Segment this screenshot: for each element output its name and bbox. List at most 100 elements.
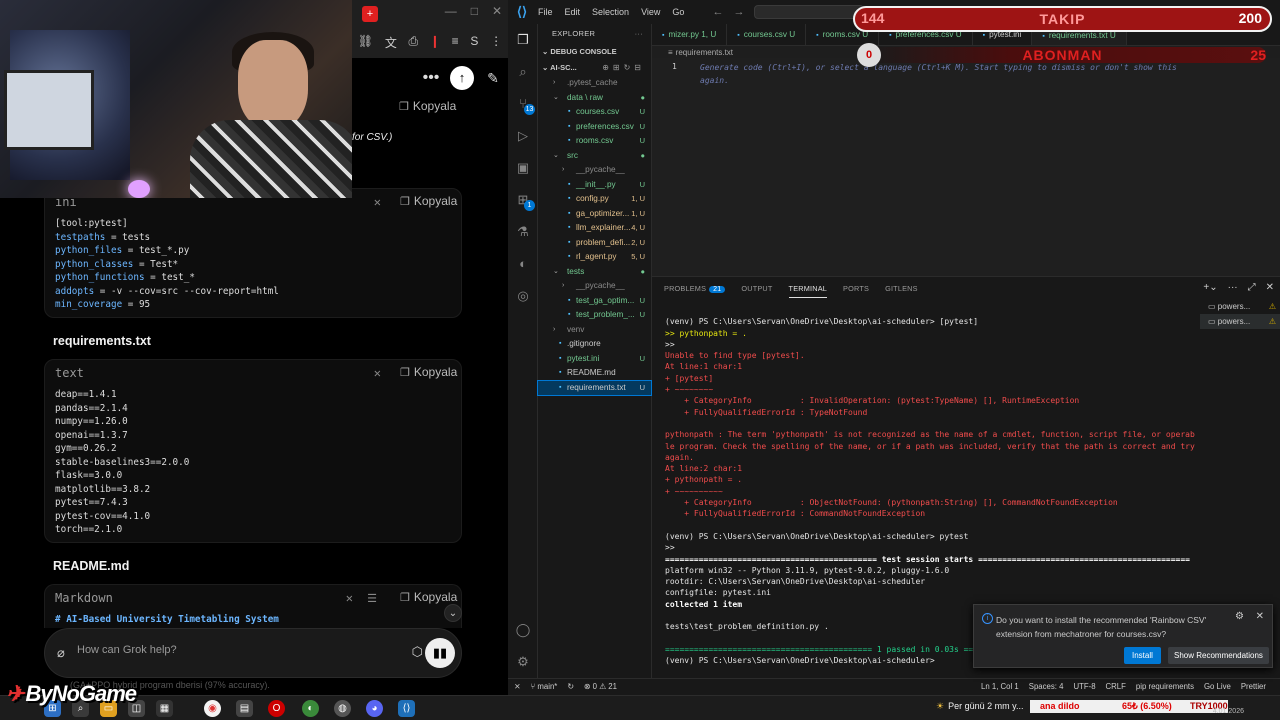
branch-status[interactable]: ⑂ main* xyxy=(531,679,558,695)
tree-item[interactable]: ⌄ tests ● xyxy=(538,265,651,280)
editor-tab[interactable]: ▪ mizer.py 1, U xyxy=(652,24,728,45)
tree-item[interactable]: ▪ preferences.csv U xyxy=(538,120,651,135)
menu-dots-icon[interactable]: ⋮ xyxy=(490,34,502,51)
tree-item[interactable]: › __pycache__ xyxy=(538,279,651,294)
tree-item[interactable]: ▪ ga_optimizer... 1, U xyxy=(538,207,651,222)
copy-button[interactable]: ❐ Kopyala xyxy=(400,365,457,379)
wrap-icon[interactable]: ☰ xyxy=(367,592,377,605)
command-center[interactable] xyxy=(754,5,865,19)
tree-item[interactable]: ▪ __init__.py U xyxy=(538,178,651,193)
extension-red-icon[interactable]: ❙ xyxy=(430,34,440,51)
explorer-tools[interactable]: ⊕⊞↻⊟ xyxy=(602,60,645,76)
close-panel-icon[interactable]: ✕ xyxy=(1266,282,1274,293)
sync-icon[interactable]: ↻ xyxy=(567,679,574,695)
tree-item[interactable]: ▪ rooms.csv U xyxy=(538,134,651,149)
tree-item[interactable]: ▪ rl_agent.py 5, U xyxy=(538,250,651,265)
remote-explorer-icon[interactable]: ▣ xyxy=(508,160,538,176)
attach-icon[interactable]: ⌀ xyxy=(57,645,65,661)
sidebar-icon[interactable]: S xyxy=(470,34,478,51)
tree-item[interactable]: ▪ README.md xyxy=(538,366,651,381)
maximize-panel-icon[interactable]: ⤢ xyxy=(1248,282,1256,293)
testing-icon[interactable]: ⚗ xyxy=(508,224,538,240)
share-upload-button[interactable]: ↑ xyxy=(450,66,474,90)
status-item[interactable]: Ln 1, Col 1 xyxy=(981,679,1019,695)
breadcrumb[interactable]: ≡ requirements.txt xyxy=(668,48,733,57)
status-item[interactable]: Prettier xyxy=(1241,679,1266,695)
tree-item[interactable]: ▪ config.py 1, U xyxy=(538,192,651,207)
status-item[interactable]: Go Live xyxy=(1204,679,1231,695)
collapse-icon[interactable]: ✕ xyxy=(374,195,381,209)
terminal-instance[interactable]: ▭ powers... ⚠ xyxy=(1200,314,1280,329)
collapse-icon[interactable]: ✕ xyxy=(346,591,353,605)
collapse-icon[interactable]: ✕ xyxy=(374,366,381,380)
link-icon[interactable]: ⛓ xyxy=(358,34,373,51)
run-debug-icon[interactable]: ▷ xyxy=(508,128,538,144)
tree-item[interactable]: ▪ test_problem_... U xyxy=(538,308,651,323)
forward-arrow-icon[interactable]: → xyxy=(733,6,744,18)
copy-button[interactable]: ❐ Kopyala xyxy=(400,590,457,604)
copilot-icon[interactable]: ◎ xyxy=(508,288,538,304)
debug-console-section[interactable]: ⌄ DEBUG CONSOLE xyxy=(538,44,651,60)
menu-item-file[interactable]: File xyxy=(538,7,553,17)
maximize-icon[interactable]: □ xyxy=(471,4,478,18)
new-chat-icon[interactable]: ✎ xyxy=(482,70,504,87)
tree-item[interactable]: ▪ problem_defi... 2, U xyxy=(538,236,651,251)
explorer-icon[interactable]: ❐ xyxy=(508,32,538,48)
tree-item[interactable]: ▪ requirements.txt U xyxy=(537,379,652,396)
editor-tab[interactable]: ▪ courses.csv U xyxy=(727,24,807,45)
grok-input-box[interactable]: ⌀ How can Grok help? ⬡ ▮▮ xyxy=(44,628,462,678)
settings-gear-icon[interactable]: ⚙ xyxy=(508,654,538,670)
grok-input-placeholder[interactable]: How can Grok help? xyxy=(77,644,177,656)
screenshot-icon[interactable]: ⎙ xyxy=(409,34,419,51)
status-item[interactable]: Spaces: 4 xyxy=(1029,679,1064,695)
tab-terminal[interactable]: TERMINAL xyxy=(788,284,828,298)
tree-item[interactable]: › __pycache__ xyxy=(538,163,651,178)
notification-settings-icon[interactable]: ⚙ xyxy=(1235,611,1244,622)
close-icon[interactable]: ✕ xyxy=(492,4,502,18)
tree-item[interactable]: ▪ courses.csv U xyxy=(538,105,651,120)
tree-item[interactable]: ▪ llm_explainer... 4, U xyxy=(538,221,651,236)
tab-problems[interactable]: PROBLEMS 21 xyxy=(664,284,726,298)
weather-widget[interactable]: ☀ Per günü 2 mm y... xyxy=(936,701,1023,712)
voice-mode-button[interactable]: ▮▮ xyxy=(425,638,455,668)
discord-icon[interactable]: ◕ xyxy=(366,700,383,717)
tab-ports[interactable]: PORTS xyxy=(843,284,869,298)
tree-item[interactable]: ⌄ src ● xyxy=(538,149,651,164)
editor-area[interactable]: 1 Generate code (Ctrl+I), or select a la… xyxy=(652,58,1280,276)
copy-button[interactable]: ❐ Kopyala xyxy=(399,99,456,113)
menu-item-go[interactable]: Go xyxy=(672,7,684,17)
extension-icon[interactable]: + xyxy=(362,6,378,22)
menu-item-view[interactable]: View xyxy=(641,7,660,17)
menu-item-edit[interactable]: Edit xyxy=(565,7,581,17)
minimize-icon[interactable]: — xyxy=(445,4,457,18)
scroll-down-button[interactable]: ⌄ xyxy=(444,604,462,622)
status-item[interactable]: CRLF xyxy=(1106,679,1126,695)
account-icon[interactable]: ◯ xyxy=(508,622,538,638)
opera-icon[interactable]: O xyxy=(268,700,285,717)
gitlens-icon[interactable]: ◐ xyxy=(508,256,538,271)
problems-status[interactable]: ⊗ 0 ⚠ 21 xyxy=(584,679,617,695)
install-button[interactable]: Install xyxy=(1124,647,1161,664)
browser-icon[interactable]: ◐ xyxy=(302,700,319,717)
app-icon[interactable]: ▦ xyxy=(156,700,173,717)
tab-gitlens[interactable]: GITLENS xyxy=(885,284,918,298)
chrome-icon[interactable]: ◉ xyxy=(204,700,221,717)
menu-item-selection[interactable]: Selection xyxy=(592,7,629,17)
copy-button[interactable]: ❐ Kopyala xyxy=(400,194,457,208)
vscode-taskbar-icon[interactable]: ⟨⟩ xyxy=(398,700,415,717)
project-section[interactable]: ⌄ AI-SC... ⊕⊞↻⊟ xyxy=(538,60,651,76)
status-item[interactable]: pip requirements xyxy=(1136,679,1194,695)
more-icon[interactable]: ··· xyxy=(1228,282,1238,293)
tree-item[interactable]: › .pytest_cache xyxy=(538,76,651,91)
terminal-instance[interactable]: ▭ powers... ⚠ xyxy=(1200,299,1280,314)
more-icon[interactable]: ··· xyxy=(635,24,643,44)
tree-item[interactable]: ▪ .gitignore xyxy=(538,337,651,352)
model-icon[interactable]: ⬡ xyxy=(412,644,423,660)
search-icon[interactable]: ⌕ xyxy=(508,64,538,80)
new-terminal-icon[interactable]: +⌄ xyxy=(1203,282,1217,293)
status-item[interactable]: UTF-8 xyxy=(1073,679,1095,695)
more-options-icon[interactable]: ••• xyxy=(420,69,442,87)
tree-item[interactable]: › venv xyxy=(538,323,651,338)
remote-icon[interactable]: ⨯ xyxy=(514,679,521,695)
tree-item[interactable]: ⌄ data \ raw ● xyxy=(538,91,651,106)
